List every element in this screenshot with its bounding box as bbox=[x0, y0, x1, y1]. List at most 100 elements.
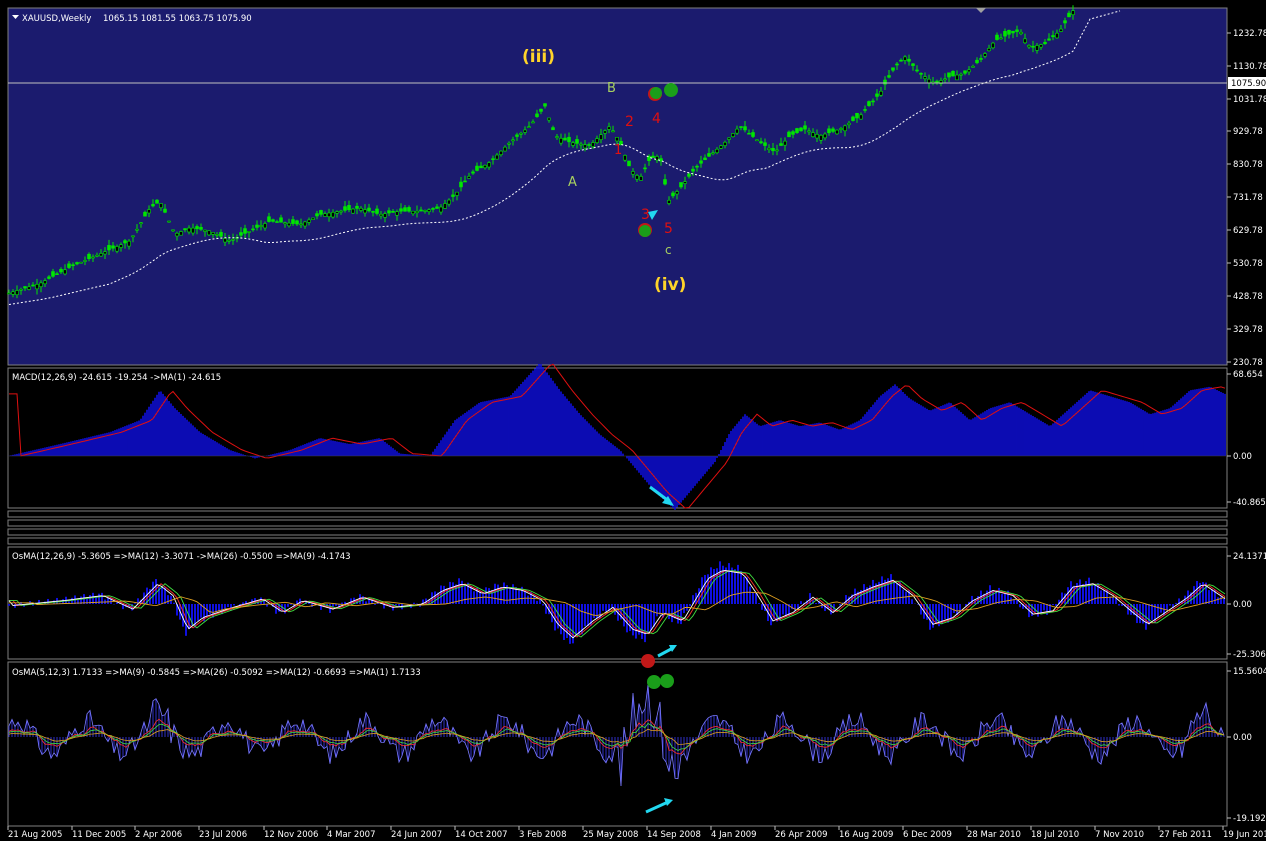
candle-body bbox=[111, 245, 115, 249]
candle-body bbox=[127, 240, 131, 247]
candle-body bbox=[339, 210, 343, 213]
chart-window[interactable]: 1075.90 XAUUSD,Weekly 1065.15 1081.55 10… bbox=[0, 0, 1266, 841]
candle-body bbox=[207, 230, 211, 236]
candle-body bbox=[363, 209, 367, 214]
candle-body bbox=[735, 128, 739, 134]
candle-body bbox=[411, 210, 415, 215]
candle-body bbox=[147, 209, 151, 214]
candle-body bbox=[519, 132, 523, 135]
signal-dot-green-bottom bbox=[639, 225, 651, 237]
candle-body bbox=[1007, 29, 1011, 35]
candle-body bbox=[707, 153, 711, 157]
wave-1-label: 1 bbox=[614, 143, 622, 158]
candle-body bbox=[419, 209, 423, 212]
x-tick-label: 14 Sep 2008 bbox=[647, 830, 701, 840]
y-tick-label: 929.78 bbox=[1233, 127, 1263, 137]
x-tick-label: 7 Nov 2010 bbox=[1095, 830, 1144, 840]
candle-body bbox=[603, 130, 607, 134]
candle-body bbox=[991, 42, 995, 49]
candle-body bbox=[279, 217, 283, 223]
candle-body bbox=[183, 228, 187, 231]
x-tick-label: 6 Dec 2009 bbox=[903, 830, 952, 840]
candle-body bbox=[139, 222, 143, 225]
wave-3-label: 3 bbox=[641, 207, 650, 223]
candle-body bbox=[347, 205, 351, 211]
candle-body bbox=[639, 176, 643, 181]
candle-body bbox=[251, 228, 255, 231]
candle-body bbox=[31, 284, 35, 287]
candle-body bbox=[479, 165, 483, 169]
candle-body bbox=[15, 290, 19, 295]
candle-body bbox=[43, 280, 47, 285]
candle-body bbox=[55, 273, 59, 275]
wave-iii-label: (iii) bbox=[522, 47, 555, 67]
x-tick-label: 11 Dec 2005 bbox=[72, 830, 126, 840]
candle-body bbox=[323, 213, 327, 217]
candle-body bbox=[1051, 35, 1055, 38]
y-tick-label: 1031.78 bbox=[1233, 95, 1266, 105]
candle-body bbox=[379, 214, 383, 217]
candle-body bbox=[715, 148, 719, 154]
candle-body bbox=[187, 227, 191, 233]
candle-body bbox=[283, 222, 287, 225]
candle-body bbox=[391, 210, 395, 213]
candle-body bbox=[599, 134, 603, 140]
candle-body bbox=[415, 210, 419, 214]
candle-body bbox=[303, 221, 307, 227]
candle-body bbox=[159, 203, 163, 208]
candle-body bbox=[771, 148, 775, 152]
candle-body bbox=[335, 211, 339, 214]
empty-panel-3 bbox=[7, 528, 1228, 536]
candle-body bbox=[51, 271, 55, 277]
candle-body bbox=[783, 140, 787, 146]
x-tick-label: 3 Feb 2008 bbox=[519, 830, 567, 840]
candle-body bbox=[875, 93, 879, 97]
candle-body bbox=[703, 157, 707, 161]
candle-body bbox=[511, 139, 515, 142]
candle-body bbox=[327, 212, 331, 217]
candle-body bbox=[155, 199, 159, 204]
candle-body bbox=[99, 253, 103, 257]
candle-body bbox=[435, 206, 439, 209]
candle-body bbox=[807, 130, 811, 133]
candle-body bbox=[231, 238, 235, 241]
candle-body bbox=[615, 137, 619, 142]
candle-body bbox=[1059, 28, 1063, 32]
candle-body bbox=[843, 125, 847, 132]
candle-body bbox=[911, 63, 915, 66]
candle-body bbox=[367, 207, 371, 212]
candle-body bbox=[523, 129, 527, 133]
candle-body bbox=[795, 128, 799, 133]
candle-body bbox=[855, 113, 859, 119]
candle-body bbox=[47, 276, 51, 279]
candle-body bbox=[567, 136, 571, 143]
candle-body bbox=[563, 137, 567, 141]
candle-body bbox=[967, 69, 971, 73]
candle-body bbox=[75, 262, 79, 265]
candle-body bbox=[151, 204, 155, 207]
candle-body bbox=[723, 141, 727, 146]
candle-body bbox=[827, 128, 831, 134]
wave-5-label: 5 bbox=[664, 221, 673, 237]
candle-body bbox=[987, 48, 991, 52]
candle-body bbox=[219, 232, 223, 237]
candle-body bbox=[275, 221, 279, 223]
candle-body bbox=[871, 100, 875, 103]
candle-body bbox=[319, 210, 323, 215]
x-tick-label: 23 Jul 2006 bbox=[199, 830, 247, 840]
candle-body bbox=[95, 254, 99, 257]
candle-body bbox=[439, 206, 443, 213]
y-tick-label: -40.865 bbox=[1233, 498, 1266, 508]
candle-body bbox=[943, 78, 947, 81]
candle-body bbox=[959, 73, 963, 76]
candle-body bbox=[695, 165, 699, 168]
candle-body bbox=[371, 211, 375, 213]
candle-body bbox=[79, 261, 83, 264]
candle-body bbox=[543, 103, 547, 107]
candle-body bbox=[119, 244, 123, 248]
candle-body bbox=[255, 224, 259, 228]
candle-body bbox=[103, 251, 107, 255]
candle-body bbox=[375, 208, 379, 214]
candle-body bbox=[1019, 31, 1023, 35]
candle-body bbox=[351, 208, 355, 214]
